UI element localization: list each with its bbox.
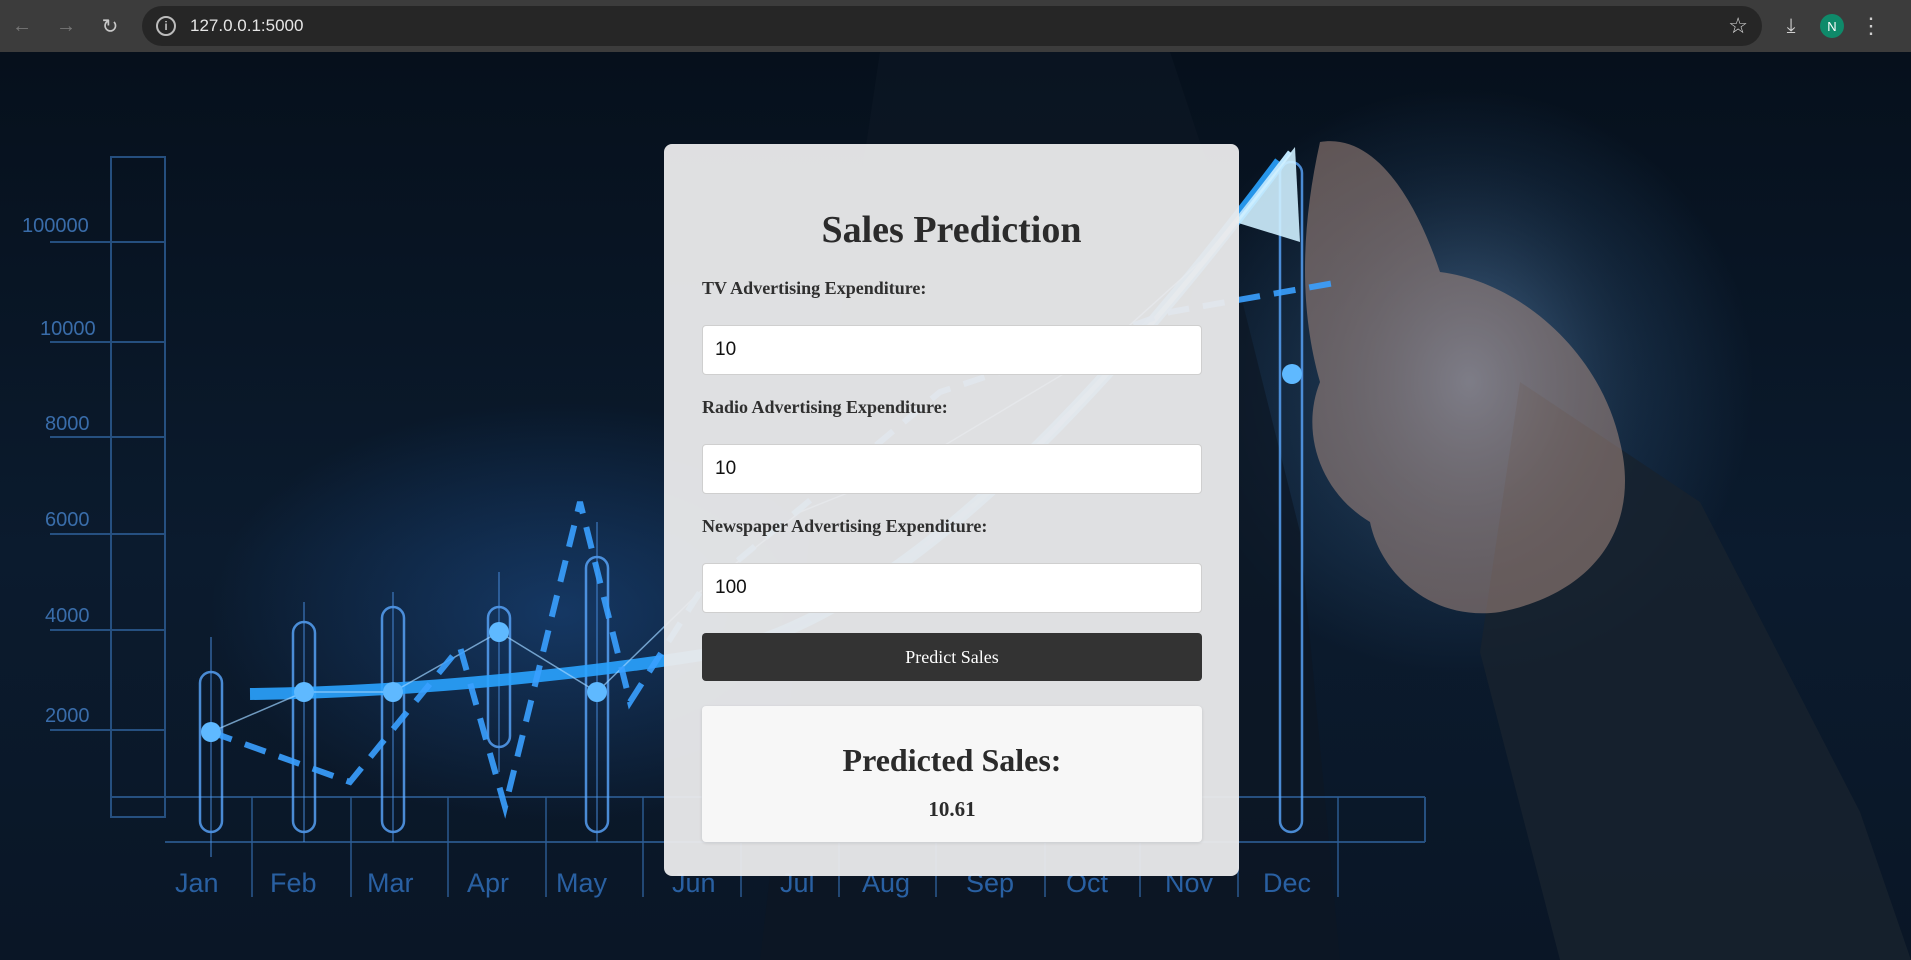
tv-input[interactable] [702,325,1202,375]
prediction-card: Sales Prediction TV Advertising Expendit… [664,144,1239,876]
predict-sales-button[interactable]: Predict Sales [702,633,1202,681]
newspaper-input[interactable] [702,563,1202,613]
bookmark-star-icon[interactable]: ☆ [1728,13,1748,39]
forward-arrow-icon[interactable]: → [44,4,88,48]
y-tick-label: 4000 [45,605,90,627]
reload-icon[interactable]: ↻ [88,4,132,48]
result-heading: Predicted Sales: [842,742,1062,778]
month-label: Apr [467,868,509,898]
predicted-sales-value: 10.61 [928,797,976,821]
chart-y-column [110,156,166,818]
radio-label: Radio Advertising Expenditure: [702,397,948,417]
month-label: Mar [367,868,414,898]
profile-avatar[interactable]: N [1820,14,1844,38]
menu-kebab-icon[interactable]: ⋮ [1860,13,1882,39]
address-url[interactable]: 127.0.0.1:5000 [190,16,1728,36]
y-tick-label: 8000 [45,413,90,435]
download-icon[interactable]: ⤓ [1778,15,1804,38]
y-tick-label: 6000 [45,509,90,531]
browser-toolbar: ← → ↻ i 127.0.0.1:5000 ☆ ⤓ N ⋮ [0,0,1911,52]
address-bar[interactable]: i 127.0.0.1:5000 ☆ [142,6,1762,46]
site-info-icon[interactable]: i [156,16,176,36]
y-tick-label: 100000 [22,215,89,237]
month-label: May [556,868,608,898]
month-label: Jan [175,868,219,898]
y-tick-label: 2000 [45,705,90,727]
month-label: Feb [270,868,317,898]
radio-input[interactable] [702,444,1202,494]
newspaper-label: Newspaper Advertising Expenditure: [702,516,988,536]
back-arrow-icon[interactable]: ← [0,4,44,48]
tv-label: TV Advertising Expenditure: [702,278,927,298]
y-tick-label: 10000 [40,318,96,340]
month-label: Dec [1263,868,1311,898]
page-title: Sales Prediction [821,209,1082,251]
result-panel: Predicted Sales: 10.61 [702,706,1202,842]
page-background: 100000 10000 8000 6000 4000 2000 Jan Feb… [0,52,1911,960]
